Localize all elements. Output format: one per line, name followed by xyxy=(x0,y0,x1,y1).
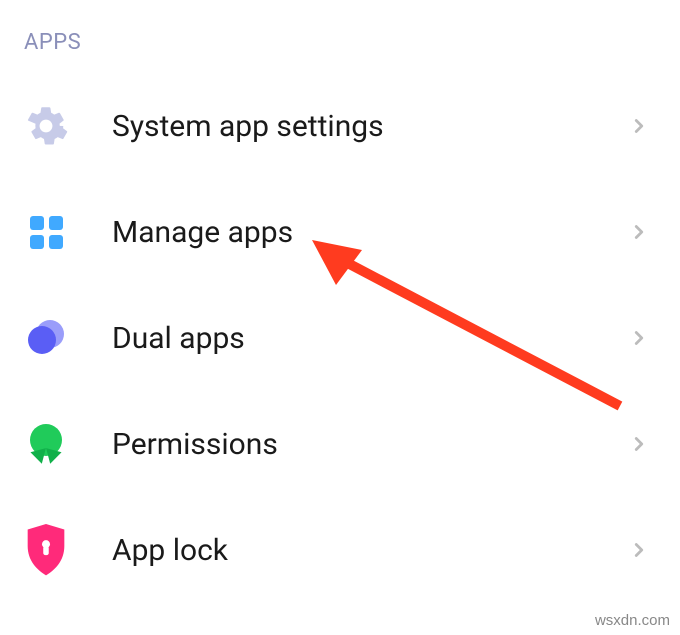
menu-item-system-app-settings[interactable]: System app settings xyxy=(0,73,680,179)
watermark: wsxdn.com xyxy=(595,612,670,629)
menu-item-manage-apps[interactable]: Manage apps xyxy=(0,179,680,285)
dual-circles-icon xyxy=(24,316,68,360)
chevron-right-icon xyxy=(628,433,650,455)
menu-item-label: Manage apps xyxy=(112,215,628,250)
menu-item-app-lock[interactable]: App lock xyxy=(0,497,680,603)
menu-item-label: Permissions xyxy=(112,427,628,462)
section-header: APPS xyxy=(0,0,680,73)
menu-item-label: Dual apps xyxy=(112,321,628,356)
gear-icon xyxy=(24,104,68,148)
menu-item-label: App lock xyxy=(112,533,628,568)
chevron-right-icon xyxy=(628,327,650,349)
grid-icon xyxy=(24,210,68,254)
chevron-right-icon xyxy=(628,115,650,137)
chevron-right-icon xyxy=(628,221,650,243)
chevron-right-icon xyxy=(628,539,650,561)
shield-lock-icon xyxy=(24,528,68,572)
menu-item-permissions[interactable]: Permissions xyxy=(0,391,680,497)
menu-item-dual-apps[interactable]: Dual apps xyxy=(0,285,680,391)
badge-icon xyxy=(24,422,68,466)
menu-item-label: System app settings xyxy=(112,109,628,144)
